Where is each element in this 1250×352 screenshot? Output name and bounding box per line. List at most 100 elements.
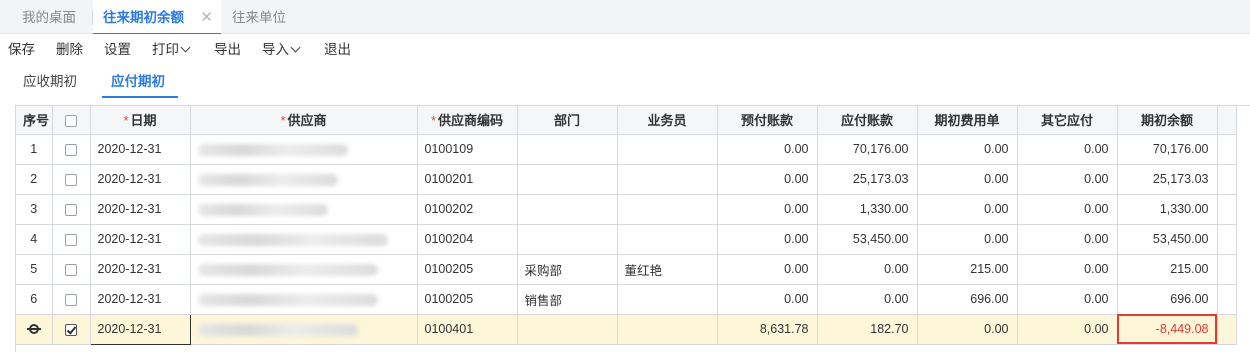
salesman-cell[interactable]: 董红艳	[617, 254, 718, 285]
tab-partners[interactable]: 往来单位	[232, 0, 286, 34]
salesman-cell[interactable]	[617, 284, 718, 315]
dept-cell[interactable]	[517, 164, 618, 195]
date-cell[interactable]: 2020-12-31	[90, 284, 191, 315]
col-supplier[interactable]: * 供应商	[190, 106, 418, 135]
tab-receivable-opening[interactable]: 应收期初	[23, 72, 77, 98]
row-checkbox[interactable]	[65, 173, 77, 186]
supplier-cell[interactable]	[190, 224, 418, 255]
salesman-cell[interactable]	[617, 224, 718, 255]
prepaid-cell[interactable]: 8,631.78	[717, 314, 818, 345]
payable-cell[interactable]: 182.70	[817, 314, 918, 345]
dept-cell[interactable]: 销售部	[517, 284, 618, 315]
row-checkbox-cell[interactable]	[52, 314, 91, 345]
supplier-code-cell[interactable]: 0100204	[417, 224, 518, 255]
prepaid-cell[interactable]: 0.00	[717, 194, 818, 225]
fee-cell[interactable]: 0.00	[917, 134, 1018, 165]
supplier-cell[interactable]	[190, 194, 418, 225]
col-other[interactable]: 其它应付	[1017, 106, 1118, 135]
table-row[interactable]: 2020-12-31 0100401 8,631.78 182.70 0.00 0.00-…	[16, 313, 1237, 345]
row-checkbox[interactable]	[65, 203, 77, 216]
table-row[interactable]: 1 2020-12-31 0100109 0.00 70,176.00 0.00 0.00 7…	[16, 134, 1237, 165]
row-checkbox[interactable]	[65, 233, 77, 246]
fee-cell[interactable]: 215.00	[917, 254, 1018, 285]
col-balance[interactable]: 期初余额	[1117, 106, 1218, 135]
col-dept[interactable]: 部门	[517, 106, 618, 135]
supplier-code-cell[interactable]: 0100202	[417, 194, 518, 225]
other-cell[interactable]: 0.00	[1017, 284, 1118, 315]
row-checkbox-cell[interactable]	[52, 164, 91, 195]
dept-cell[interactable]	[517, 134, 618, 165]
salesman-cell[interactable]	[617, 194, 718, 225]
date-cell[interactable]: 2020-12-31	[90, 134, 191, 165]
salesman-cell[interactable]	[617, 314, 718, 345]
dept-cell[interactable]	[517, 194, 618, 225]
other-cell[interactable]: 0.00	[1017, 314, 1118, 345]
date-cell[interactable]: 2020-12-31	[90, 254, 191, 285]
row-settings-cell[interactable]	[16, 314, 53, 345]
prepaid-cell[interactable]: 0.00	[717, 164, 818, 195]
tab-opening-balance[interactable]: 往来期初余额 ✕	[93, 0, 221, 35]
col-select-all[interactable]	[52, 106, 91, 135]
supplier-code-cell[interactable]: 0100201	[417, 164, 518, 195]
select-all-checkbox[interactable]	[65, 114, 77, 127]
prepaid-cell[interactable]: 0.00	[717, 254, 818, 285]
delete-button[interactable]: 删除	[56, 40, 83, 60]
other-cell[interactable]: 0.00	[1017, 134, 1118, 165]
payable-cell[interactable]: 0.00	[817, 284, 918, 315]
supplier-cell[interactable]	[190, 164, 418, 195]
table-row[interactable]: 5 2020-12-31 0100205 采购部 董红艳 0.00 0.00 215.00 0.…	[16, 254, 1237, 285]
col-date[interactable]: * 日期	[90, 106, 191, 135]
payable-cell[interactable]: 25,173.03	[817, 164, 918, 195]
date-cell[interactable]: 2020-12-31	[90, 194, 191, 225]
supplier-code-cell[interactable]: 0100205	[417, 254, 518, 285]
col-payable[interactable]: 应付账款	[817, 106, 918, 135]
dept-cell[interactable]	[517, 314, 618, 345]
other-cell[interactable]: 0.00	[1017, 254, 1118, 285]
salesman-cell[interactable]	[617, 134, 718, 165]
row-checkbox[interactable]	[65, 293, 77, 306]
row-checkbox[interactable]	[65, 143, 77, 156]
gear-icon[interactable]	[26, 322, 41, 336]
row-checkbox[interactable]	[65, 263, 77, 276]
prepaid-cell[interactable]: 0.00	[717, 284, 818, 315]
other-cell[interactable]: 0.00	[1017, 224, 1118, 255]
dept-cell[interactable]: 采购部	[517, 254, 618, 285]
col-supplier-code[interactable]: * 供应商编码	[417, 106, 518, 135]
dept-cell[interactable]	[517, 224, 618, 255]
row-checkbox[interactable]	[65, 323, 77, 336]
exit-button[interactable]: 退出	[324, 40, 351, 60]
col-fee[interactable]: 期初费用单	[917, 106, 1018, 135]
table-row[interactable]: 4 2020-12-31 0100204 0.00 53,450.00 0.00 0.00 5…	[16, 224, 1237, 255]
supplier-cell[interactable]	[190, 284, 418, 315]
prepaid-cell[interactable]: 0.00	[717, 224, 818, 255]
payable-cell[interactable]: 0.00	[817, 254, 918, 285]
tab-payable-opening[interactable]: 应付期初	[102, 72, 178, 98]
fee-cell[interactable]: 0.00	[917, 164, 1018, 195]
date-cell[interactable]: 2020-12-31	[89, 313, 191, 345]
fee-cell[interactable]: 0.00	[917, 194, 1018, 225]
import-button[interactable]: 导入	[262, 40, 301, 60]
fee-cell[interactable]: 696.00	[917, 284, 1018, 315]
fee-cell[interactable]: 0.00	[917, 314, 1018, 345]
print-button[interactable]: 打印	[152, 40, 191, 60]
settings-button[interactable]: 设置	[104, 40, 131, 60]
supplier-code-cell[interactable]: 0100109	[417, 134, 518, 165]
supplier-code-cell[interactable]: 0100205	[417, 284, 518, 315]
table-row[interactable]: 3 2020-12-31 0100202 0.00 1,330.00 0.00 0.00 1,…	[16, 194, 1237, 225]
supplier-cell[interactable]	[190, 254, 418, 285]
col-salesman[interactable]: 业务员	[617, 106, 718, 135]
col-prepaid[interactable]: 预付账款	[717, 106, 818, 135]
date-cell[interactable]: 2020-12-31	[90, 164, 191, 195]
row-checkbox-cell[interactable]	[52, 224, 91, 255]
fee-cell[interactable]: 0.00	[917, 224, 1018, 255]
supplier-cell[interactable]	[190, 314, 418, 345]
payable-cell[interactable]: 1,330.00	[817, 194, 918, 225]
close-icon[interactable]: ✕	[200, 0, 213, 36]
supplier-code-cell[interactable]: 0100401	[417, 314, 518, 345]
row-checkbox-cell[interactable]	[52, 254, 91, 285]
prepaid-cell[interactable]: 0.00	[717, 134, 818, 165]
date-cell[interactable]: 2020-12-31	[90, 224, 191, 255]
payable-cell[interactable]: 53,450.00	[817, 224, 918, 255]
export-button[interactable]: 导出	[214, 40, 241, 60]
other-cell[interactable]: 0.00	[1017, 194, 1118, 225]
